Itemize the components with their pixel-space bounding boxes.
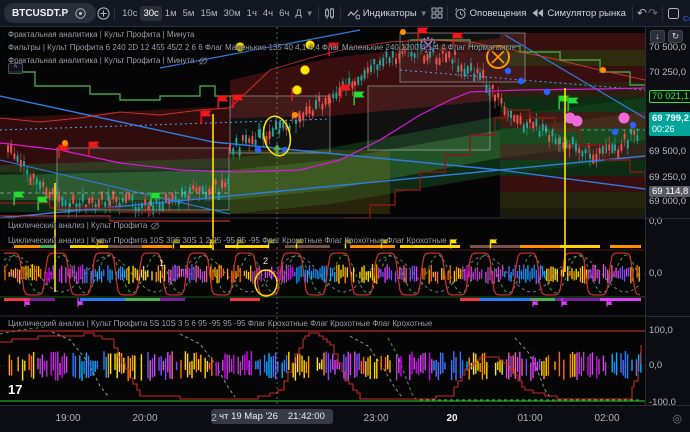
symbol-label: BTCUSDT.P: [12, 8, 68, 19]
legend-fractal-1[interactable]: Фрактальная аналитика | Культ Профита | …: [8, 30, 195, 39]
time-label: 20: [446, 413, 457, 424]
pane-separator[interactable]: [646, 316, 690, 317]
symbol-eye-icon[interactable]: [72, 5, 88, 21]
timeframe-chevron-icon[interactable]: ▼: [306, 9, 314, 18]
symbol-button[interactable]: BTCUSDT.P: [4, 3, 96, 23]
indicators-icon: [347, 7, 360, 20]
replay-label: Симулятор рынка: [547, 8, 626, 19]
tooltip-time: 21:42:00: [288, 411, 325, 422]
time-label: 20:00: [132, 413, 157, 424]
last-price-label: 69 799,200:26: [649, 112, 690, 136]
watermark-logo: 17: [8, 382, 22, 397]
price-axis[interactable]: 70 500,0 70 250,0 69 500,0 69 250,0 69 000,0…: [645, 27, 690, 405]
timeframe-1ч[interactable]: 1ч: [244, 6, 260, 21]
bar-countdown: 00:26: [652, 124, 675, 134]
add-symbol-button[interactable]: [97, 5, 110, 21]
alert-clock-icon: [454, 7, 467, 20]
price-label: 69 000,0: [649, 196, 686, 207]
chart-area[interactable]: 12 Фрактальная аналитика | Культ Профита…: [0, 27, 645, 405]
timeframe-30м[interactable]: 30м: [221, 6, 244, 21]
legend-fractal-2[interactable]: Фрактальная аналитика | Культ Профита | …: [8, 56, 208, 65]
replay-button[interactable]: Симулятор рынка: [529, 6, 628, 20]
tooltip-date: чт 19 Мар '26: [219, 411, 278, 422]
legend-cycle1-params[interactable]: Циклический анализ | Культ Профита 10S 3…: [8, 236, 447, 245]
legend-filters[interactable]: Фильтры | Культ Профита 6 240 2D 12 455 …: [8, 43, 516, 52]
svg-text:1: 1: [159, 258, 164, 268]
reset-view-button[interactable]: ↻: [668, 30, 683, 43]
indicator-price-label: 70 021,1: [649, 90, 690, 103]
time-label: 23:00: [363, 413, 388, 424]
price-label: 0,0: [649, 360, 662, 371]
top-toolbar: BTCUSDT.P 10с30с1м5м15м30м1ч4ч6чД ▼ Инди…: [0, 0, 690, 27]
rewind-icon: [531, 7, 544, 19]
chart-canvas[interactable]: 12: [0, 27, 645, 405]
price-label: 70 500,0: [649, 42, 686, 53]
timezone-icon[interactable]: ◎: [672, 412, 682, 425]
indicators-label: Индикаторы: [363, 8, 417, 19]
timeframe-30с[interactable]: 30с: [140, 6, 161, 21]
timeframe-15м[interactable]: 15м: [197, 6, 220, 21]
timeframe-Д[interactable]: Д: [292, 6, 304, 21]
crosshair-price-label: 69 114,8: [649, 186, 690, 197]
legend-cycle2-params[interactable]: Циклический анализ | Культ Профита 5S 10…: [8, 319, 432, 328]
timeframe-5м[interactable]: 5м: [180, 6, 198, 21]
time-label: 19:00: [55, 413, 80, 424]
visibility-off-icon[interactable]: [150, 222, 160, 230]
price-label: 69 250,0: [649, 172, 686, 183]
layout-icon[interactable]: [667, 5, 680, 21]
save-layout-button[interactable]: ☺ 1m Сохранить: [681, 3, 690, 23]
pane-collapse-button[interactable]: ^: [8, 63, 23, 74]
chart-type-candles-icon[interactable]: [323, 5, 336, 21]
timeframe-6ч[interactable]: 6ч: [276, 6, 292, 21]
scroll-down-button[interactable]: ↓: [650, 30, 665, 43]
timeframe-10с[interactable]: 10с: [119, 6, 140, 21]
visibility-off-icon[interactable]: [198, 57, 208, 65]
alerts-label: Оповещения: [470, 8, 527, 19]
svg-text:2: 2: [263, 256, 268, 266]
timeframe-row: 10с30с1м5м15м30м1ч4ч6чД: [119, 6, 305, 21]
time-label: 02:00: [594, 413, 619, 424]
undo-icon[interactable]: ↶: [637, 7, 647, 19]
price-label: 70 250,0: [649, 67, 686, 78]
indicator-templates-grid-icon[interactable]: [431, 5, 443, 21]
time-label: 2: [211, 413, 217, 424]
save-label: Сохранить: [683, 14, 690, 23]
time-label: 01:00: [517, 413, 542, 424]
time-axis[interactable]: чт 19 Мар '26 21:42:00 ◎ 19:00 20:00 2 23:0…: [0, 405, 690, 432]
indicators-button[interactable]: Индикаторы ▼: [345, 6, 430, 21]
pane-separator[interactable]: [646, 218, 690, 219]
legend-cycle1-title[interactable]: Циклический анализ | Культ Профита: [8, 221, 160, 230]
timeframe-4ч[interactable]: 4ч: [260, 6, 276, 21]
crosshair-time-tooltip: чт 19 Мар '26 21:42:00: [211, 409, 333, 424]
indicators-chevron-icon[interactable]: ▼: [420, 9, 428, 18]
price-label: 100,0: [649, 325, 673, 336]
alerts-button[interactable]: Оповещения: [452, 6, 529, 21]
timeframe-1м[interactable]: 1м: [162, 6, 180, 21]
price-label: 0,0: [649, 268, 662, 279]
price-label: 69 500,0: [649, 146, 686, 157]
redo-icon[interactable]: ↷: [648, 7, 658, 19]
